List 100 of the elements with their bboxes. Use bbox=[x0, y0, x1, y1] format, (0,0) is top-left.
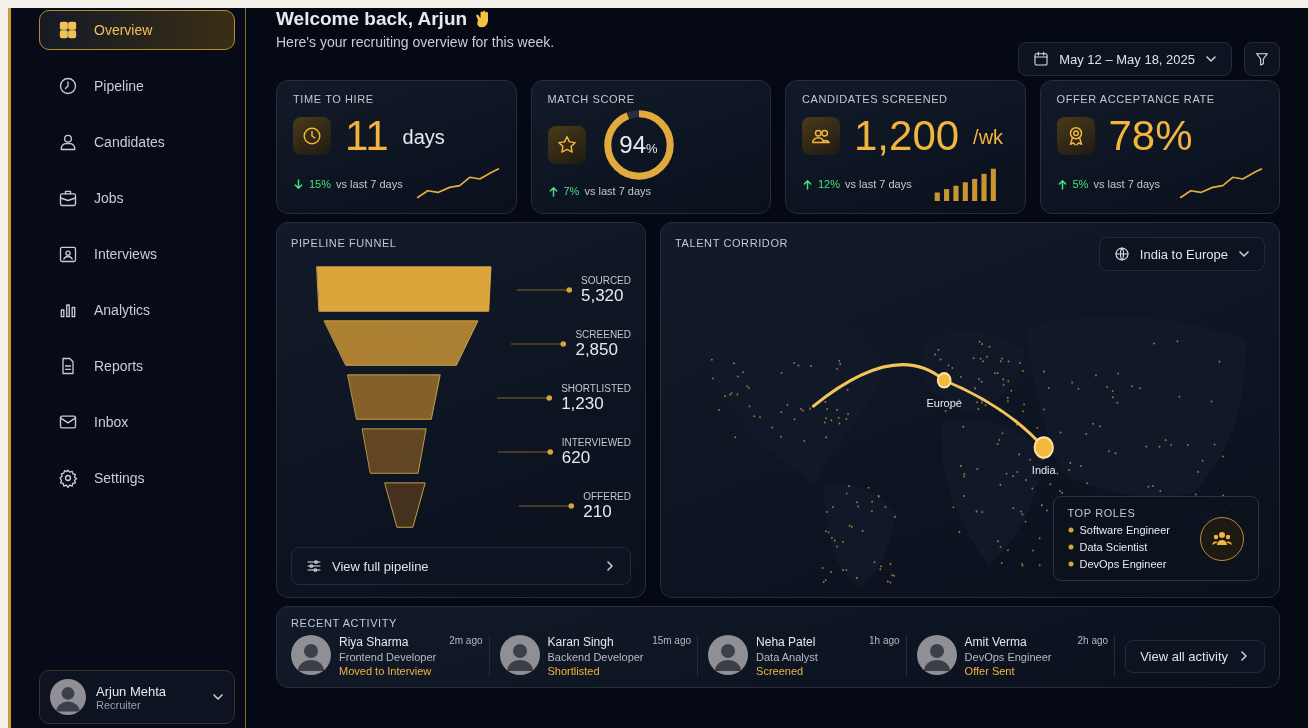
kpi-value: 78% bbox=[1108, 115, 1193, 157]
card-title: PIPELINE FUNNEL bbox=[291, 237, 398, 249]
leader-line bbox=[497, 448, 554, 456]
nav-item[interactable]: Interviews bbox=[39, 234, 235, 274]
change-period: vs last 7 days bbox=[336, 178, 403, 190]
candidate-role: Backend Developer bbox=[547, 651, 645, 663]
star-icon bbox=[555, 134, 578, 156]
candidate-status: Shortlisted bbox=[547, 665, 601, 677]
card-title: RECENT ACTIVITY bbox=[291, 617, 398, 629]
stage-value: 5,320 bbox=[581, 285, 625, 306]
avatar-icon bbox=[916, 635, 957, 675]
role-name: Data Scientist bbox=[1079, 541, 1148, 553]
kpi-value: 1,200 bbox=[854, 115, 960, 157]
bullet-icon bbox=[1067, 561, 1074, 567]
change-period: vs last 7 days bbox=[845, 178, 912, 190]
role-name: DevOps Engineer bbox=[1079, 558, 1167, 570]
date-range-picker[interactable]: May 12 – May 18, 2025 bbox=[1018, 42, 1232, 76]
chevron-down-icon bbox=[212, 691, 224, 703]
avatar-icon bbox=[50, 679, 86, 715]
nav-item[interactable]: Analytics bbox=[39, 290, 235, 330]
card-title: TALENT CORRIDOR bbox=[675, 237, 789, 249]
candidate-status: Moved to Interview bbox=[339, 665, 433, 677]
candidate-name: Riya Sharma bbox=[339, 635, 410, 649]
bag-icon bbox=[58, 188, 78, 208]
region-dropdown[interactable]: India to Europe bbox=[1098, 237, 1265, 271]
kpi-title: TIME TO HIRE bbox=[293, 93, 375, 105]
leader-line bbox=[511, 340, 568, 348]
funnel-segment bbox=[384, 482, 426, 528]
grid-icon bbox=[58, 20, 78, 40]
view-all-activity-button[interactable]: View all activity bbox=[1125, 639, 1266, 673]
chevron-down-icon bbox=[1205, 53, 1217, 65]
kpi-value: 11 bbox=[345, 115, 389, 157]
sliders-icon bbox=[306, 558, 322, 574]
view-pipeline-button[interactable]: View full pipeline bbox=[291, 547, 631, 585]
kpi-title: CANDIDATES SCREENED bbox=[802, 93, 949, 105]
stage-label: SOURCED bbox=[581, 274, 631, 286]
stage-label: SCREENED bbox=[575, 328, 631, 340]
panel-title: TOP ROLES bbox=[1067, 507, 1137, 519]
funnel-segment bbox=[362, 428, 427, 474]
kpi-value: 94% bbox=[619, 133, 658, 157]
change-percent: 15% bbox=[309, 178, 332, 190]
person-icon bbox=[58, 132, 78, 152]
kpi-title: MATCH SCORE bbox=[547, 93, 636, 105]
kpi-title: OFFER ACCEPTANCE RATE bbox=[1056, 93, 1216, 105]
activity-time: 2h ago bbox=[1077, 635, 1109, 646]
kpi-unit: /wk bbox=[973, 126, 1004, 149]
map-marker bbox=[936, 372, 952, 389]
user-card[interactable]: Arjun Mehta Recruiter bbox=[39, 670, 235, 724]
activity-time: 2m ago bbox=[449, 635, 483, 646]
subtitle: Here's your recruiting overview for this week. bbox=[276, 34, 555, 50]
nav-item[interactable]: Jobs bbox=[39, 178, 235, 218]
chevron-right-icon bbox=[604, 560, 616, 572]
role-name: Software Engineer bbox=[1079, 524, 1170, 536]
candidate-role: DevOps Engineer bbox=[964, 651, 1053, 663]
candidate-role: Frontend Developer bbox=[339, 651, 438, 663]
leader-line bbox=[497, 394, 554, 402]
clock-icon bbox=[301, 125, 323, 147]
candidate-status: Offer Sent bbox=[964, 665, 1016, 677]
stage-value: 620 bbox=[561, 447, 592, 468]
user-role: Recruiter bbox=[96, 698, 142, 711]
clock-icon bbox=[58, 76, 78, 96]
filter-button[interactable] bbox=[1244, 42, 1280, 76]
bullet-icon bbox=[1067, 527, 1074, 533]
candidate-status: Screened bbox=[756, 665, 805, 677]
stage-label: SHORTLISTED bbox=[561, 382, 631, 394]
stage-value: 210 bbox=[583, 501, 613, 522]
nav-item[interactable]: Pipeline bbox=[39, 66, 235, 106]
change-percent: 7% bbox=[563, 185, 580, 197]
bullet-icon bbox=[1067, 544, 1074, 550]
candidate-name: Karan Singh bbox=[547, 635, 615, 649]
avatar-icon bbox=[708, 635, 749, 675]
welcome-title: Welcome back, Arjun bbox=[276, 8, 468, 30]
activity-time: 15m ago bbox=[652, 635, 692, 646]
change-percent: 5% bbox=[1072, 178, 1089, 190]
stage-label: OFFERED bbox=[583, 490, 631, 502]
leader-line bbox=[517, 286, 573, 294]
candidate-name: Amit Verma bbox=[964, 635, 1028, 649]
map-label: Europe bbox=[926, 396, 962, 409]
candidate-name: Neha Patel bbox=[756, 635, 817, 649]
filter-icon bbox=[1254, 51, 1270, 67]
nav-item[interactable]: Inbox bbox=[39, 402, 235, 442]
change-period: vs last 7 days bbox=[584, 185, 652, 197]
avatar-icon bbox=[291, 635, 331, 675]
nav-item[interactable]: Overview bbox=[39, 10, 235, 50]
stage-label: INTERVIEWED bbox=[561, 436, 631, 448]
nav-item[interactable]: Reports bbox=[39, 346, 235, 386]
change-period: vs last 7 days bbox=[1093, 178, 1161, 190]
candidate-role: Data Analyst bbox=[756, 651, 819, 663]
globe-icon bbox=[1113, 246, 1130, 262]
map-marker bbox=[1033, 436, 1054, 459]
nav-item[interactable]: Candidates bbox=[39, 122, 235, 162]
avatar-icon bbox=[499, 635, 540, 675]
map-label: India bbox=[1031, 464, 1056, 477]
gear-icon bbox=[58, 468, 78, 488]
leader-line bbox=[519, 502, 576, 510]
nav-item[interactable]: Settings bbox=[39, 458, 235, 498]
stage-value: 2,850 bbox=[575, 339, 619, 360]
chevron-down-icon bbox=[1238, 248, 1250, 260]
user-name: Arjun Mehta bbox=[96, 683, 168, 699]
activity-time: 1h ago bbox=[869, 635, 900, 646]
